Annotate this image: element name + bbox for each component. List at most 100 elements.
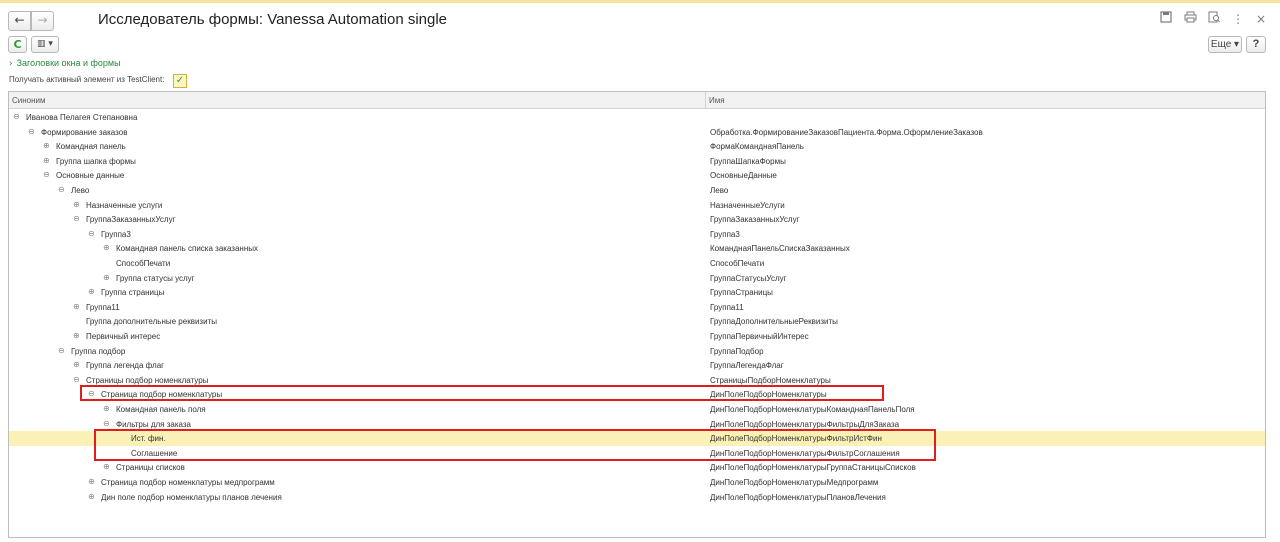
print-icon[interactable] <box>1182 11 1198 27</box>
synonym-cell: Формирование заказов <box>41 127 128 137</box>
synonym-cell: Страницы списков <box>116 463 185 473</box>
expand-icon[interactable]: ⊕ <box>88 477 98 486</box>
expand-icon[interactable]: ⊕ <box>103 404 113 413</box>
name-cell: НазначенныеУслуги <box>710 200 785 210</box>
name-cell: ГруппаШапкаФормы <box>710 156 786 166</box>
name-cell: ФормаКоманднаяПанель <box>710 142 804 152</box>
table-row[interactable]: ⊖ Иванова Пелагея Степановна <box>9 110 1265 125</box>
name-cell: ДинПолеПодборНоменклатурыФильтрыДляЗаказ… <box>710 419 900 429</box>
table-row[interactable]: Группа дополнительные реквизиты ГруппаДоп… <box>9 314 1265 329</box>
expand-icon[interactable]: ⊕ <box>73 200 83 209</box>
synonym-cell: Группа дополнительные реквизиты <box>86 317 217 327</box>
preview-icon[interactable] <box>1206 11 1222 27</box>
expand-icon[interactable]: ⊕ <box>73 331 83 340</box>
save-icon[interactable] <box>1158 11 1174 27</box>
collapse-icon[interactable]: ⊖ <box>43 170 53 179</box>
table-row[interactable]: ⊕ Страница подбор номенклатуры медпрограм… <box>9 475 1265 490</box>
collapse-icon[interactable]: ⊖ <box>73 375 83 384</box>
more-menu-button[interactable]: Еще ▾ <box>1208 36 1242 53</box>
table-row[interactable]: ⊕ Группа легенда флаг ГруппаЛегендаФлаг <box>9 358 1265 373</box>
table-row[interactable]: ⊕ Страницы списков ДинПолеПодборНоменклату… <box>9 460 1265 475</box>
table-row[interactable]: СпособПечати СпособПечати <box>9 256 1265 271</box>
column-header-name[interactable]: Имя <box>709 96 725 105</box>
table-row[interactable]: ⊖ ГруппаЗаказанныхУслуг ГруппаЗаказанныхУс… <box>9 212 1265 227</box>
table-row[interactable]: ⊖ Лево Лево <box>9 183 1265 198</box>
name-cell: ОсновныеДанные <box>710 171 777 181</box>
collapse-icon[interactable]: ⊖ <box>58 346 68 355</box>
name-cell: ДинПолеПодборНоменклатурыГруппаСтаницыСп… <box>710 463 916 473</box>
table-row[interactable]: ⊖ Группа3 Группа3 <box>9 227 1265 242</box>
table-row[interactable]: ⊕ Командная панель поля ДинПолеПодборНомен… <box>9 402 1265 417</box>
collapse-icon[interactable]: ⊖ <box>58 185 68 194</box>
close-icon[interactable]: × <box>1253 11 1269 27</box>
name-cell: КоманднаяПанельСпискаЗаказанных <box>710 244 850 254</box>
expand-icon[interactable]: ⊕ <box>73 302 83 311</box>
column-header-synonym[interactable]: Синоним <box>12 96 46 105</box>
synonym-cell: Группа страницы <box>101 288 165 298</box>
name-cell: ГруппаЛегендаФлаг <box>710 361 784 371</box>
table-row[interactable]: ⊕ Дин поле подбор номенклатуры планов леч… <box>9 490 1265 505</box>
expand-icon[interactable]: ⊕ <box>88 287 98 296</box>
synonym-cell: Фильтры для заказа <box>116 419 192 429</box>
expand-icon[interactable]: ⊕ <box>43 141 53 150</box>
expand-icon[interactable]: ⊕ <box>73 360 83 369</box>
view-mode-button[interactable]: ▥ ▾ <box>31 36 59 53</box>
name-cell: ДинПолеПодборНоменклатурыПлановЛечения <box>710 492 886 502</box>
table-row[interactable]: ⊕ Назначенные услуги НазначенныеУслуги <box>9 198 1265 213</box>
synonym-cell: Первичный интерес <box>86 332 161 341</box>
synonym-cell: Группа легенда флаг <box>86 361 165 371</box>
table-row[interactable]: ⊖ Основные данные ОсновныеДанные <box>9 168 1265 183</box>
synonym-cell: Командная панель списка заказанных <box>116 244 259 254</box>
synonym-cell: Группа3 <box>101 229 131 239</box>
expand-icon[interactable]: ⊕ <box>103 273 113 282</box>
expand-icon[interactable]: ⊕ <box>103 462 113 471</box>
table-row[interactable]: ⊕ Группа шапка формы ГруппаШапкаФормы <box>9 154 1265 169</box>
section-header-window-titles[interactable]: › Заголовки окна и формы <box>9 58 121 69</box>
synonym-cell: Дин поле подбор номенклатуры планов лече… <box>101 492 282 502</box>
highlight-box-filters <box>94 429 936 461</box>
synonym-cell: Командная панель поля <box>116 405 206 414</box>
synonym-cell: Лево <box>71 186 90 195</box>
expand-icon[interactable]: ⊕ <box>43 156 53 165</box>
synonym-cell: ГруппаЗаказанныхУслуг <box>86 215 176 225</box>
collapse-icon[interactable]: ⊖ <box>13 112 23 121</box>
name-cell: ДинПолеПодборНоменклатурыМедпрограмм <box>710 478 879 487</box>
table-row[interactable]: ⊖ Формирование заказов Обработка.Формирова… <box>9 125 1265 140</box>
name-cell: Лево <box>710 186 729 195</box>
collapse-icon[interactable]: ⊖ <box>103 419 113 428</box>
section-title: Заголовки окна и формы <box>16 58 121 68</box>
active-element-checkbox[interactable]: ✓ <box>173 74 187 88</box>
form-tree-grid: Синоним Имя ⊖ Иванова Пелагея Степановна ⊖… <box>8 91 1266 538</box>
collapse-icon[interactable]: ⊖ <box>73 214 83 223</box>
synonym-cell: Группа11 <box>86 302 120 312</box>
more-icon[interactable]: ⋮ <box>1230 11 1246 27</box>
expand-icon[interactable]: ⊕ <box>88 492 98 501</box>
collapse-icon[interactable]: ⊖ <box>88 229 98 238</box>
table-row[interactable]: ⊕ Командная панель ФормаКоманднаяПанель <box>9 139 1265 154</box>
name-cell: ГруппаПервичныйИнтерес <box>710 332 809 341</box>
refresh-button[interactable]: C <box>8 36 27 53</box>
toolbar: C ▥ ▾ Еще ▾ ? <box>0 36 1280 56</box>
expand-icon[interactable]: ⊕ <box>103 243 113 252</box>
table-row[interactable]: ⊕ Первичный интерес ГруппаПервичныйИнтерес <box>9 329 1265 344</box>
synonym-cell: Группа статусы услуг <box>116 273 195 283</box>
name-cell: СпособПечати <box>710 259 765 268</box>
chevron-right-icon: › <box>9 59 13 69</box>
collapse-icon[interactable]: ⊖ <box>28 127 38 136</box>
table-row[interactable]: ⊕ Группа11 Группа11 <box>9 300 1265 315</box>
name-cell: СтраницыПодборНоменклатуры <box>710 375 831 385</box>
name-cell: ГруппаСтатусыУслуг <box>710 273 787 283</box>
name-cell: ГруппаЗаказанныхУслуг <box>710 215 800 225</box>
column-separator[interactable] <box>705 92 706 109</box>
synonym-cell: Группа шапка формы <box>56 156 136 166</box>
title-bar: ← → Исследователь формы: Vanessa Automat… <box>0 3 1280 35</box>
table-row[interactable]: ⊕ Группа статусы услуг ГруппаСтатусыУслуг <box>9 271 1265 286</box>
forward-button[interactable]: → <box>31 11 54 31</box>
help-button[interactable]: ? <box>1246 36 1266 53</box>
back-button[interactable]: ← <box>8 11 31 31</box>
synonym-cell: Командная панель <box>56 142 126 152</box>
table-row[interactable]: ⊕ Группа страницы ГруппаСтраницы <box>9 285 1265 300</box>
table-row[interactable]: ⊖ Группа подбор ГруппаПодбор <box>9 344 1265 359</box>
synonym-cell: СпособПечати <box>116 259 171 268</box>
table-row[interactable]: ⊕ Командная панель списка заказанных Коман… <box>9 241 1265 256</box>
